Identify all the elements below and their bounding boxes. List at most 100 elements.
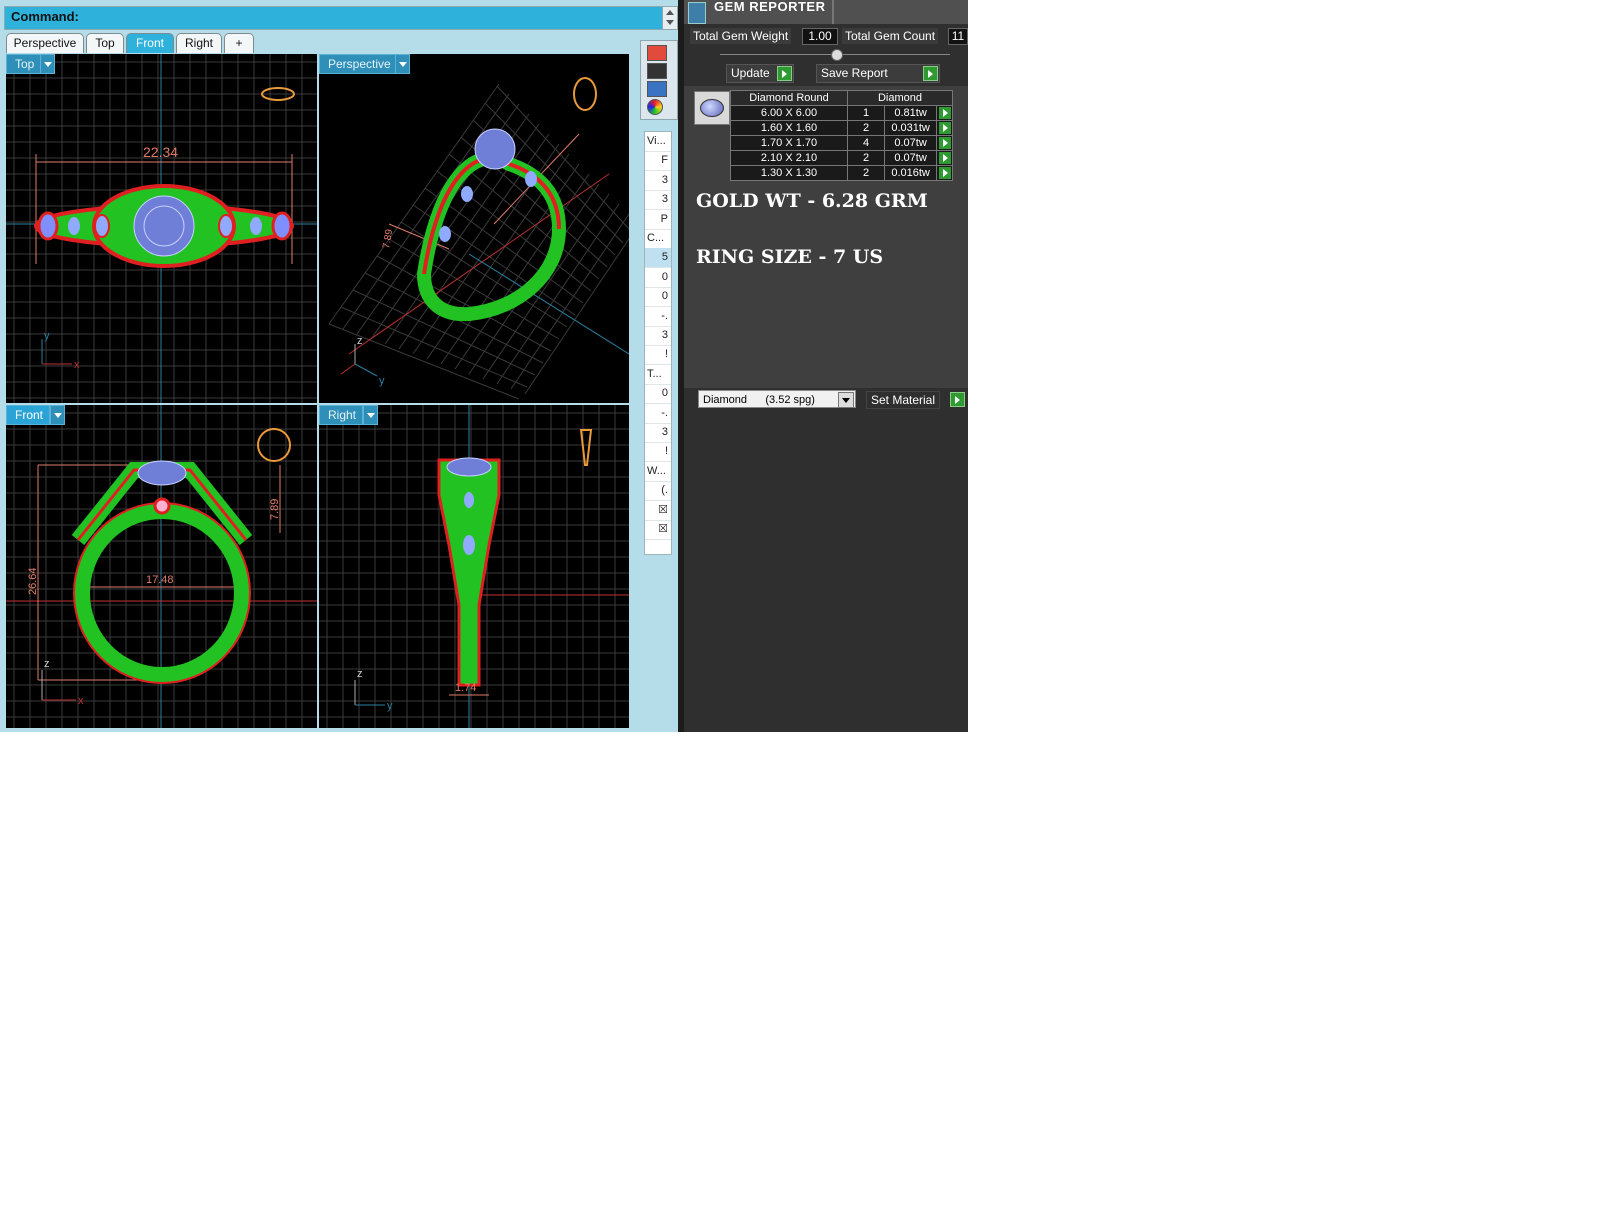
property-row[interactable]: 3 [645, 171, 671, 191]
property-value: -. [661, 406, 668, 419]
tab-perspective[interactable]: Perspective [6, 33, 84, 53]
viewport-menu-icon[interactable] [50, 405, 65, 425]
panel-tabs-toolbar [640, 40, 678, 120]
properties-panel-icon[interactable] [647, 45, 667, 61]
save-report-button-label: Save Report [821, 66, 888, 80]
set-material-label: Set Material [871, 393, 936, 407]
property-row[interactable]: 5 [645, 248, 671, 269]
gem-row-action[interactable] [936, 165, 953, 181]
property-row[interactable]: (. [645, 481, 671, 502]
gem-reporter-title: GEM REPORTER [714, 0, 826, 14]
total-gem-count-field[interactable]: 11 [948, 28, 968, 45]
command-history-scroll[interactable] [662, 6, 678, 30]
property-row[interactable]: 0 [645, 287, 671, 308]
viewport-label-top[interactable]: Top [6, 54, 42, 74]
total-gem-weight-label: Total Gem Weight [690, 28, 792, 44]
property-row[interactable]: P [645, 210, 671, 230]
property-row[interactable]: -. [645, 307, 671, 327]
right-axis-z: z [357, 668, 363, 680]
gem-table-body: 6.00 X 6.00 1 0.81tw 1.60 X 1.60 2 0.031tw 1.7… [730, 105, 953, 181]
property-section-header: C... [645, 229, 671, 249]
gem-reporter-panel: GEM REPORTER Total Gem Weight 1.00 Total… [684, 0, 968, 732]
property-row[interactable]: ! [645, 442, 671, 463]
gem-report-body: Diamond Round Diamond 6.00 X 6.00 1 0.81tw… [684, 86, 968, 388]
set-material-button[interactable]: Set Material [866, 391, 941, 409]
property-value: 0 [661, 290, 668, 303]
property-value: 3 [661, 173, 668, 186]
gem-reporter-icon [688, 2, 706, 24]
viewport-top[interactable]: 22.34 x y Top [6, 54, 317, 403]
property-value: T... [647, 367, 662, 380]
play-icon[interactable] [938, 107, 951, 119]
play-icon[interactable] [938, 137, 951, 149]
viewport-right[interactable]: 1.74 z y Right [319, 405, 629, 728]
tab-top[interactable]: Top [86, 33, 124, 53]
property-row[interactable]: -. [645, 404, 671, 424]
viewport-menu-icon[interactable] [40, 54, 55, 74]
gem-row-action[interactable] [936, 135, 953, 151]
gem-weight-cell: 0.031tw [884, 120, 938, 136]
property-row[interactable]: 3 [645, 326, 671, 346]
right-view-canvas: 1.74 z y [319, 405, 629, 728]
tab-front[interactable]: Front [126, 33, 174, 53]
gem-row-action[interactable] [936, 150, 953, 166]
viewport-front[interactable]: 26.64 7.89 17.48 z x Front [6, 405, 317, 728]
materials-panel-icon[interactable] [647, 99, 663, 115]
gem-row-action[interactable] [936, 105, 953, 121]
play-icon[interactable] [938, 152, 951, 164]
property-value: F [661, 154, 668, 167]
property-value: P [660, 212, 668, 225]
display-panel-icon[interactable] [647, 63, 667, 79]
perspective-view-canvas: 7.89 z y [328, 77, 629, 400]
gold-weight-note: GOLD WT - 6.28 GRM [696, 190, 928, 212]
right-dim-shank: 1.74 [455, 682, 476, 694]
property-value: 3 [661, 193, 668, 206]
property-row[interactable]: 3 [645, 190, 671, 211]
property-row[interactable]: 0 [645, 268, 671, 288]
material-select[interactable]: Diamond (3.52 spg) [698, 390, 856, 408]
add-tab-icon[interactable]: + [224, 33, 254, 53]
perspective-grid [328, 83, 629, 400]
property-row[interactable]: 3 [645, 423, 671, 443]
gem-count-cell: 2 [846, 150, 886, 166]
grid-line [524, 238, 629, 395]
property-row[interactable]: 0 [645, 384, 671, 405]
viewport-menu-icon[interactable] [395, 54, 410, 74]
property-value: ! [664, 445, 668, 458]
gem-row-action[interactable] [936, 120, 953, 136]
splitter-handle-icon[interactable] [831, 49, 843, 61]
property-row[interactable]: ! [645, 345, 671, 366]
viewport-perspective[interactable]: 7.89 z y Perspective [319, 54, 629, 403]
tab-right[interactable]: Right [176, 33, 222, 53]
play-icon[interactable] [938, 122, 951, 134]
total-gem-weight-field[interactable]: 1.00 [802, 28, 838, 45]
front-axis-x: x [78, 695, 84, 707]
play-icon[interactable] [923, 66, 938, 81]
help-panel-icon[interactable] [647, 81, 667, 97]
save-report-button[interactable]: Save Report [816, 64, 940, 83]
gem-table-row: 1.70 X 1.70 4 0.07tw [730, 135, 953, 151]
property-row[interactable]: F [645, 151, 671, 172]
play-icon[interactable] [777, 66, 792, 81]
rhino-window: Command: Perspective Top Front Right + 2… [0, 0, 968, 732]
update-button[interactable]: Update [726, 64, 794, 83]
play-icon[interactable] [950, 392, 965, 407]
viewport-menu-icon[interactable] [363, 405, 378, 425]
chevron-down-icon[interactable] [838, 392, 854, 408]
command-line[interactable]: Command: [4, 6, 663, 30]
property-row[interactable]: ☒ [645, 520, 671, 540]
play-icon[interactable] [938, 167, 951, 179]
scroll-up-icon[interactable] [666, 10, 674, 15]
persp-dim-a: 7.89 [381, 228, 395, 250]
property-row[interactable]: ☒ [645, 501, 671, 521]
property-value: Vi... [647, 135, 666, 147]
property-section-header: T... [645, 365, 671, 385]
viewport-label-right[interactable]: Right [319, 405, 364, 425]
scroll-down-icon[interactable] [666, 20, 674, 25]
property-value: (. [661, 484, 668, 497]
round-diamond-icon [700, 99, 724, 117]
viewport-label-perspective[interactable]: Perspective [319, 54, 398, 74]
front-dim-width: 17.48 [146, 574, 174, 586]
viewport-label-front[interactable]: Front [6, 405, 51, 425]
gem-size-cell: 6.00 X 6.00 [730, 105, 848, 121]
